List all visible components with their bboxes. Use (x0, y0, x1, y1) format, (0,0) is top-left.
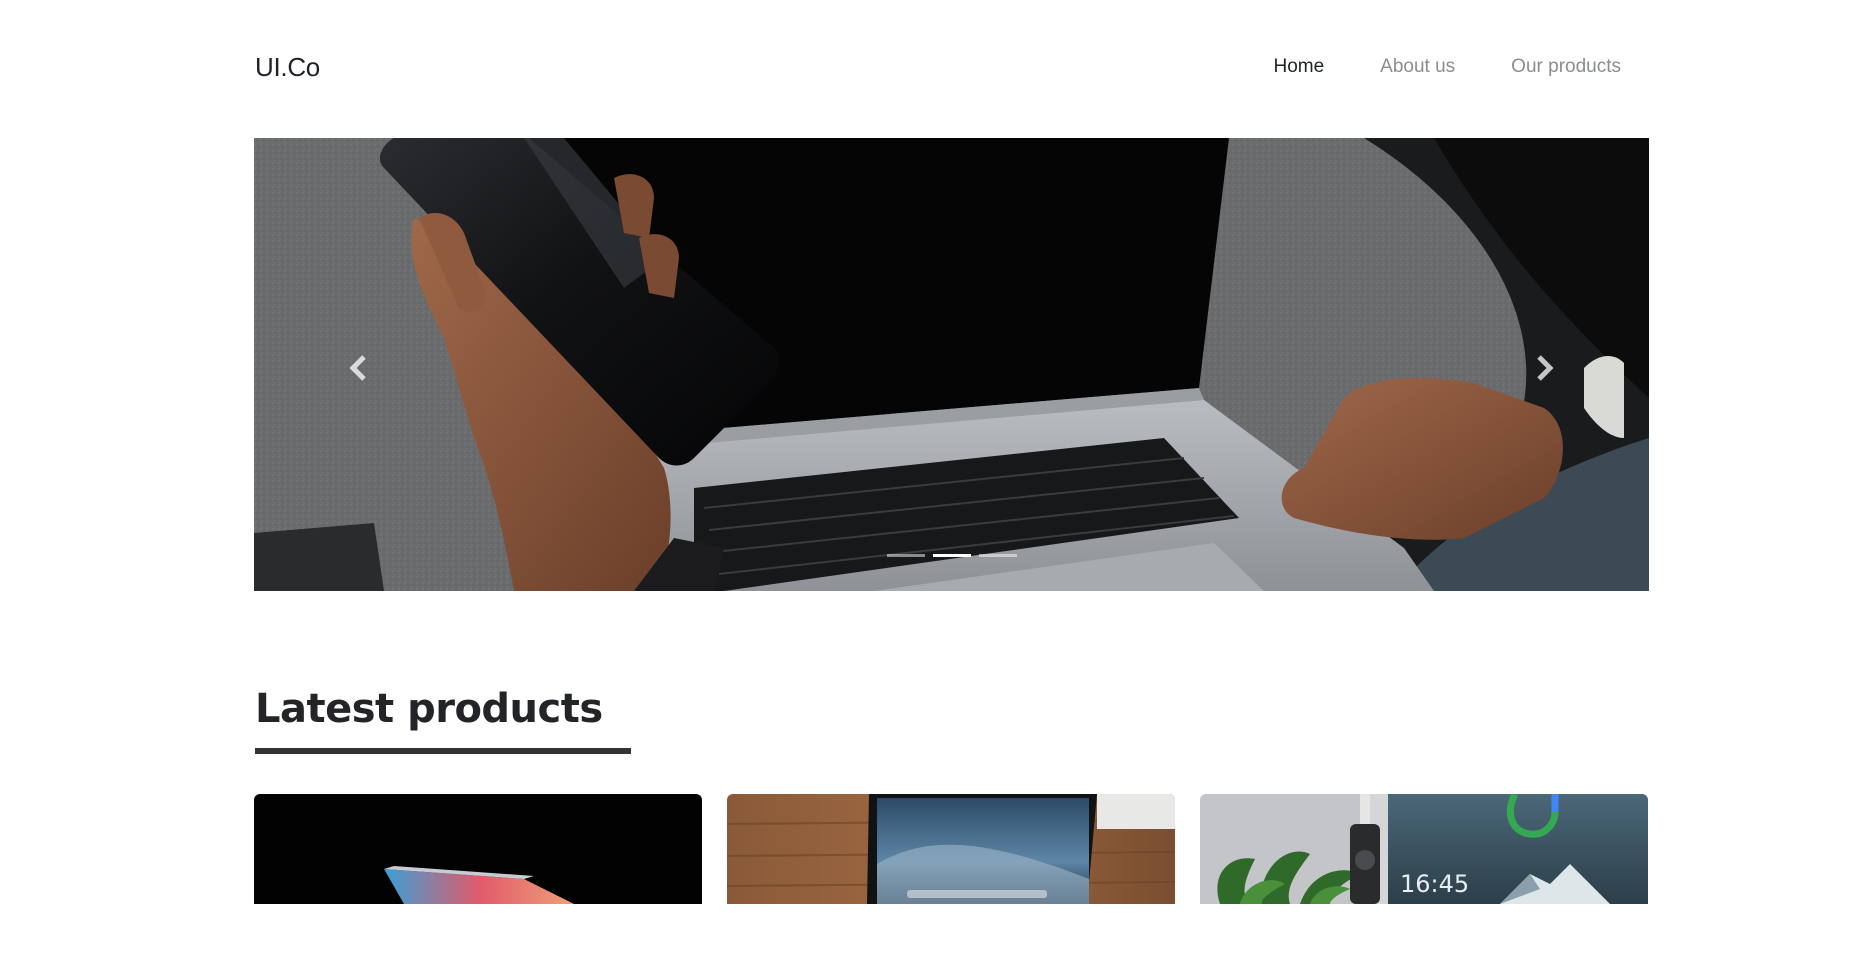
chevron-right-icon (1537, 355, 1554, 381)
site-header: UI.Co Home About us Our products (255, 40, 1649, 94)
product-image-1 (254, 794, 702, 904)
section-title: Latest products (255, 686, 603, 732)
carousel-indicator-3[interactable] (978, 554, 1017, 557)
carousel-prev-button[interactable] (324, 338, 394, 398)
nav-home[interactable]: Home (1273, 56, 1324, 78)
hero-carousel (254, 138, 1649, 591)
nav-about-us[interactable]: About us (1380, 56, 1455, 78)
product-card-2[interactable] (727, 794, 1175, 904)
section-title-underline (255, 748, 631, 754)
product-image-3: 16:45 (1200, 794, 1648, 904)
carousel-indicator-2[interactable] (932, 554, 971, 557)
monitor-clock-text: 16:45 (1400, 870, 1469, 898)
carousel-indicator-1[interactable] (886, 554, 925, 557)
carousel-indicators (254, 554, 1649, 557)
carousel-next-button[interactable] (1509, 338, 1579, 398)
product-card-1[interactable] (254, 794, 702, 904)
nav-our-products[interactable]: Our products (1511, 56, 1621, 78)
chevron-left-icon (349, 355, 366, 381)
main-nav: Home About us Our products (1217, 56, 1621, 78)
brand-logo[interactable]: UI.Co (255, 52, 320, 83)
product-card-3[interactable]: 16:45 (1200, 794, 1648, 904)
product-image-2 (727, 794, 1175, 904)
hero-image (254, 138, 1649, 591)
page: UI.Co Home About us Our products Latest … (0, 0, 1872, 956)
